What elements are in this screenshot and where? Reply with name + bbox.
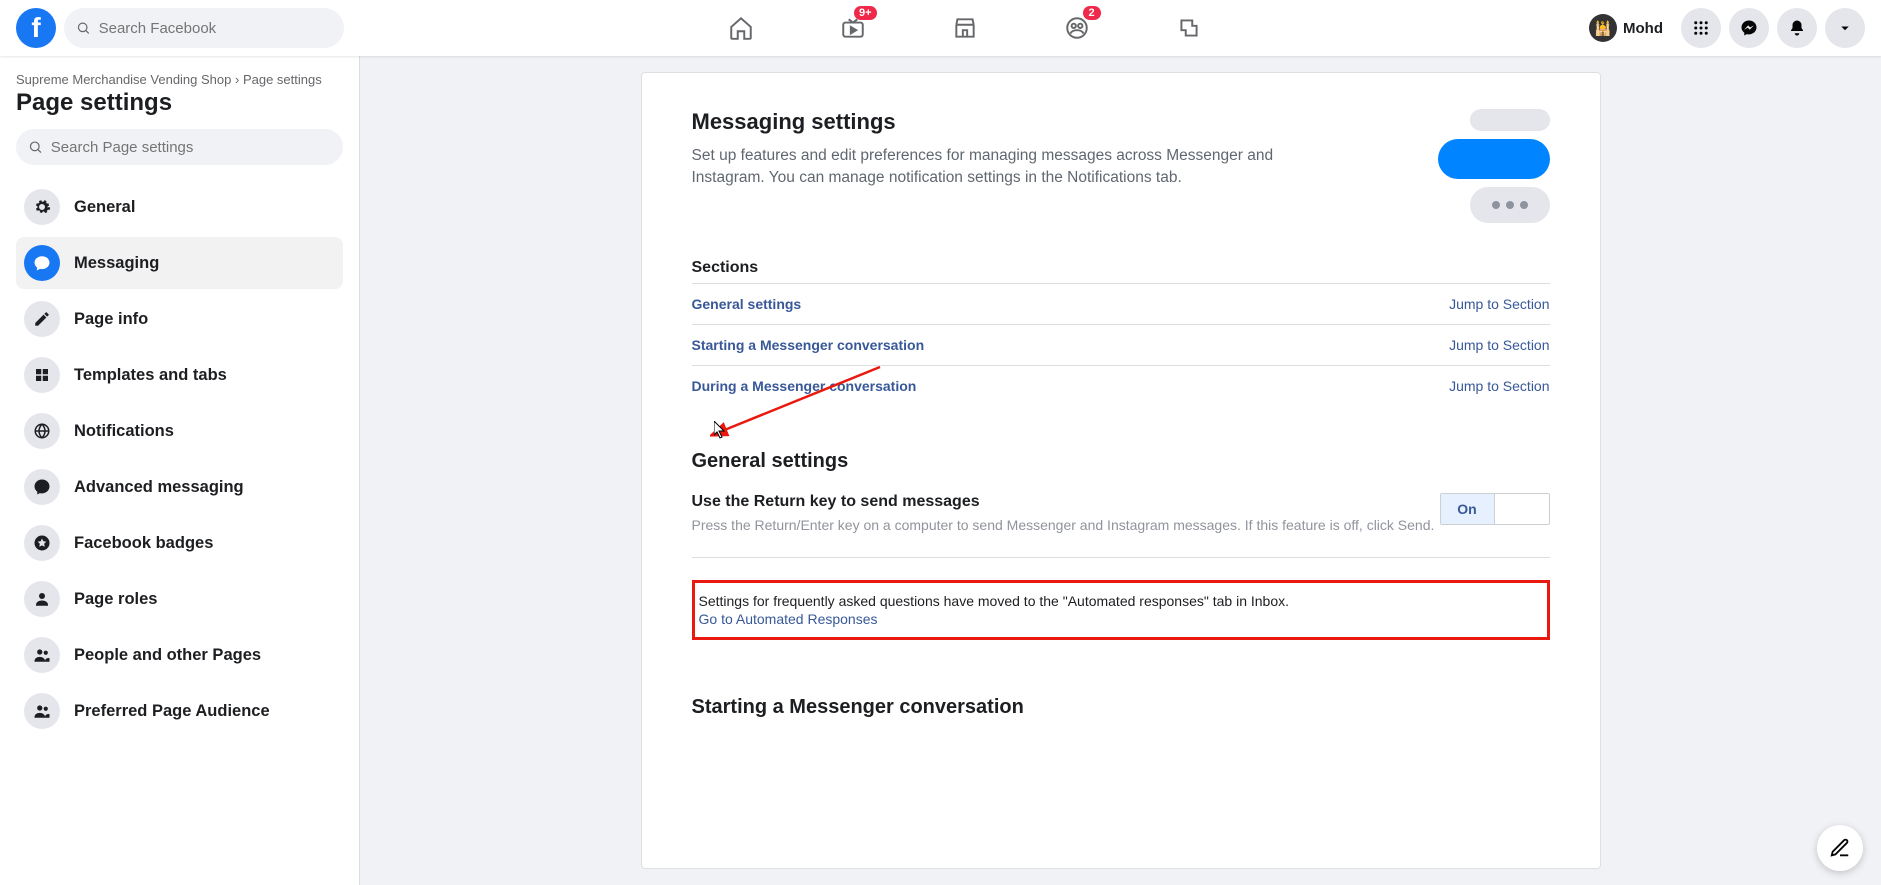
global-search[interactable] [64, 8, 344, 48]
breadcrumb-current: Page settings [243, 72, 322, 87]
jump-link[interactable]: Jump to Section [1449, 378, 1549, 394]
groups-badge: 2 [1083, 6, 1101, 20]
star-icon [24, 525, 60, 561]
sidebar-item-label: Facebook badges [74, 534, 213, 553]
nav-home[interactable] [689, 4, 793, 52]
general-settings-heading: General settings [692, 450, 1550, 473]
bell-icon [1788, 19, 1806, 37]
sidebar-item-badges[interactable]: Facebook badges [16, 517, 343, 569]
toggle-on[interactable]: On [1441, 494, 1495, 524]
notifications-button[interactable] [1777, 8, 1817, 48]
breadcrumb-page-link[interactable]: Supreme Merchandise Vending Shop [16, 72, 231, 87]
sidebar-item-people-pages[interactable]: People and other Pages [16, 629, 343, 681]
bubble-placeholder [1470, 109, 1550, 131]
sidebar-item-templates[interactable]: Templates and tabs [16, 349, 343, 401]
sidebar-item-label: Notifications [74, 422, 174, 441]
sidebar-item-label: People and other Pages [74, 646, 261, 665]
sidebar-item-label: Page info [74, 310, 148, 329]
sidebar-item-page-roles[interactable]: Page roles [16, 573, 343, 625]
pencil-icon [24, 301, 60, 337]
profile-name: Mohd [1623, 20, 1663, 37]
people-icon [24, 693, 60, 729]
people-icon [24, 637, 60, 673]
menu-button[interactable] [1681, 8, 1721, 48]
main-content: Messaging settings Set up features and e… [360, 56, 1881, 885]
jump-link[interactable]: Jump to Section [1449, 337, 1549, 353]
jump-link[interactable]: Jump to Section [1449, 296, 1549, 312]
sidebar-item-label: General [74, 198, 135, 217]
sidebar-item-advanced-messaging[interactable]: Advanced messaging [16, 461, 343, 513]
person-icon [24, 581, 60, 617]
sidebar-item-messaging[interactable]: Messaging [16, 237, 343, 289]
sidebar-item-page-info[interactable]: Page info [16, 293, 343, 345]
compose-icon [1829, 837, 1851, 859]
sidebar-item-preferred-audience[interactable]: Preferred Page Audience [16, 685, 343, 737]
go-to-automated-responses-link[interactable]: Go to Automated Responses [699, 611, 1543, 627]
toggle-off[interactable] [1495, 494, 1549, 524]
compose-button[interactable] [1817, 825, 1863, 871]
facebook-logo[interactable]: f [16, 8, 56, 48]
setting-label: Use the Return key to send messages [692, 493, 1440, 511]
search-icon [76, 20, 91, 36]
cursor-icon [714, 421, 728, 439]
return-key-toggle[interactable]: On [1440, 493, 1550, 525]
settings-card: Messaging settings Set up features and e… [641, 72, 1601, 869]
profile-chip[interactable]: 🕌 Mohd [1585, 10, 1673, 46]
nav-marketplace[interactable] [913, 4, 1017, 52]
global-search-input[interactable] [99, 20, 332, 37]
nav-groups[interactable]: 2 [1025, 4, 1129, 52]
sidebar-item-label: Advanced messaging [74, 478, 244, 497]
nav-watch[interactable]: 9+ [801, 4, 905, 52]
bubble-placeholder [1438, 139, 1550, 179]
sidebar: Supreme Merchandise Vending Shop › Page … [0, 56, 360, 885]
sidebar-title: Page settings [16, 89, 343, 117]
messenger-icon [24, 469, 60, 505]
sidebar-item-label: Page roles [74, 590, 157, 609]
section-link-general[interactable]: General settings [692, 296, 802, 312]
caret-down-icon [1836, 19, 1854, 37]
sidebar-item-general[interactable]: General [16, 181, 343, 233]
sidebar-item-label: Messaging [74, 254, 159, 273]
grid-icon [24, 357, 60, 393]
center-nav: 9+ 2 [344, 4, 1585, 52]
sidebar-item-label: Preferred Page Audience [74, 702, 270, 721]
setting-description: Press the Return/Enter key on a computer… [692, 517, 1440, 533]
section-link-starting[interactable]: Starting a Messenger conversation [692, 337, 925, 353]
marketplace-icon [952, 15, 978, 41]
top-header: f 9+ 2 🕌 Mohd [0, 0, 1881, 56]
section-link-during[interactable]: During a Messenger conversation [692, 378, 917, 394]
grid-icon [1692, 19, 1710, 37]
sidebar-item-notifications[interactable]: Notifications [16, 405, 343, 457]
sections-header: Sections [692, 259, 1550, 277]
avatar: 🕌 [1589, 14, 1617, 42]
chat-icon [24, 245, 60, 281]
gear-icon [24, 189, 60, 225]
sidebar-search-input[interactable] [51, 139, 331, 156]
setting-return-key: Use the Return key to send messages Pres… [692, 493, 1550, 558]
breadcrumb: Supreme Merchandise Vending Shop › Page … [16, 72, 343, 87]
gaming-icon [1176, 15, 1202, 41]
messenger-icon [1740, 19, 1758, 37]
search-icon [28, 139, 43, 155]
home-icon [728, 15, 754, 41]
page-description: Set up features and edit preferences for… [692, 145, 1332, 190]
nav-gaming[interactable] [1137, 4, 1241, 52]
watch-badge: 9+ [854, 6, 877, 20]
messenger-button[interactable] [1729, 8, 1769, 48]
faq-notice-text: Settings for frequently asked questions … [699, 593, 1290, 609]
chat-preview-illustration [1438, 109, 1550, 223]
header-right: 🕌 Mohd [1585, 8, 1865, 48]
sidebar-item-label: Templates and tabs [74, 366, 227, 385]
globe-icon [24, 413, 60, 449]
starting-conversation-heading: Starting a Messenger conversation [692, 696, 1550, 719]
typing-indicator [1470, 187, 1550, 223]
page-title: Messaging settings [692, 109, 1332, 135]
faq-moved-notice: Settings for frequently asked questions … [692, 580, 1550, 640]
sidebar-search[interactable] [16, 129, 343, 165]
account-dropdown[interactable] [1825, 8, 1865, 48]
